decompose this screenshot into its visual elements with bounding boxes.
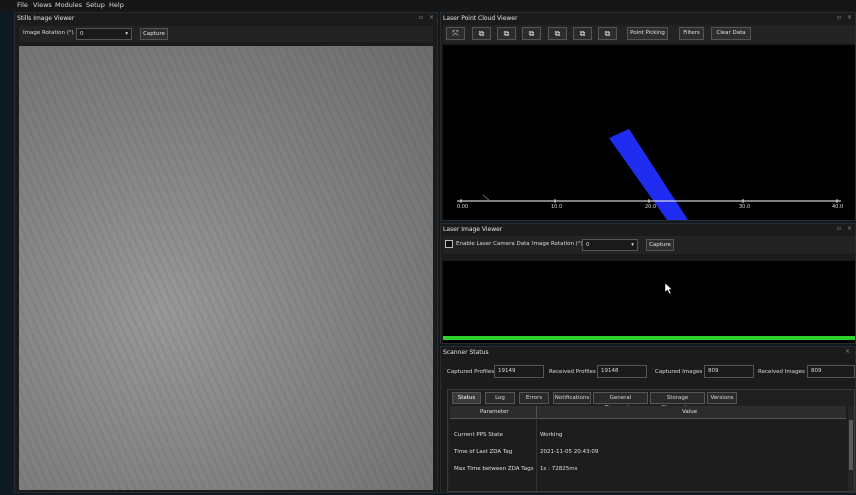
point-cloud-canvas[interactable]: 0.00 10.0 20.0 30.0 40.0 <box>443 45 855 220</box>
enable-laser-label: Enable Laser Camera Data <box>456 241 530 247</box>
stills-image-viewer-panel: Stills Image Viewer ▫ × Image Rotation (… <box>14 12 438 493</box>
laser-rotation-value: 0 <box>586 242 590 248</box>
scanner-status-panel: Scanner Status × Captured Profiles 19149… <box>440 346 856 493</box>
tab-errors[interactable]: Errors <box>519 392 549 404</box>
axis-tick-label: 10.0 <box>551 204 563 210</box>
point-cloud-viewer-panel: Laser Point Cloud Viewer ▫ × ⤧ ⧉ ⧉ ⧉ ⧉ ⧉… <box>440 12 856 221</box>
table-row[interactable]: Max Time between ZDA Tags 1s : 72825ms <box>450 462 846 476</box>
menu-bar: File Views Modules Setup Help <box>0 0 856 11</box>
status-table: Parameter Value Current PPS State Workin… <box>450 406 854 491</box>
tab-general-diagnostics[interactable]: General Diagnostics <box>593 392 648 411</box>
laser-line <box>443 336 855 340</box>
view-right-icon[interactable]: ⧉ <box>548 27 567 40</box>
menu-modules[interactable]: Modules <box>55 1 82 9</box>
stills-rotation-value: 0 <box>80 31 84 37</box>
laser-image-canvas[interactable] <box>443 261 855 343</box>
axis-tick-label: 30.0 <box>739 204 751 210</box>
row-value: 2021-11-05 20:43:09 <box>540 449 599 455</box>
status-tab-bar: Status Log Errors Notifications General … <box>450 392 854 411</box>
stills-capture-button[interactable]: Capture <box>140 28 168 40</box>
row-value: 1s : 72825ms <box>540 466 578 472</box>
image-texture <box>19 46 433 490</box>
captured-profiles-label: Captured Profiles <box>447 369 495 375</box>
tab-status[interactable]: Status <box>452 392 481 404</box>
table-row[interactable]: Current PPS State Working <box>450 428 846 442</box>
clear-data-button[interactable]: Clear Data <box>711 27 751 40</box>
laser-toolbar: Enable Laser Camera Data Image Rotation … <box>443 236 855 254</box>
tab-log[interactable]: Log <box>485 392 515 404</box>
mouse-cursor-icon <box>665 283 673 294</box>
view-left-icon[interactable]: ⧉ <box>522 27 541 40</box>
close-panel-icon[interactable]: × <box>847 15 853 21</box>
captured-images-field: 809 <box>704 365 754 378</box>
cloud-panel-title: Laser Point Cloud Viewer <box>443 15 518 22</box>
filters-button[interactable]: Filters <box>679 27 704 40</box>
stills-toolbar: Image Rotation (°) 0 ▾ Capture <box>19 26 433 42</box>
laser-panel-title: Laser Image Viewer <box>443 226 503 233</box>
tab-versions[interactable]: Versions <box>707 392 737 404</box>
row-parameter: Current PPS State <box>454 432 503 438</box>
stills-panel-title: Stills Image Viewer <box>17 15 75 22</box>
point-picking-button[interactable]: Point Picking <box>627 27 668 40</box>
point-cloud-svg <box>457 129 841 220</box>
tab-notifications[interactable]: Notifications <box>553 392 591 404</box>
float-panel-icon[interactable]: ▫ <box>837 15 843 21</box>
received-images-field: 809 <box>807 365 855 378</box>
column-divider <box>536 406 537 418</box>
table-header-row: Parameter Value <box>450 406 846 419</box>
fit-view-icon[interactable]: ⤧ <box>446 27 465 40</box>
menu-file[interactable]: File <box>17 1 28 9</box>
menu-help[interactable]: Help <box>109 1 124 9</box>
origin-marker <box>482 194 491 202</box>
view-top-icon[interactable]: ⧉ <box>573 27 592 40</box>
laser-rotation-label: Image Rotation (°) <box>532 241 583 247</box>
close-panel-icon[interactable]: × <box>429 15 435 21</box>
status-panel-title: Scanner Status <box>443 349 489 356</box>
float-panel-icon[interactable]: ▫ <box>837 226 843 232</box>
row-parameter: Time of Last ZDA Tag <box>454 449 513 455</box>
tab-storage-diagnostics[interactable]: Storage Diagnostics <box>650 392 705 411</box>
axis-tick-label: 40.0 <box>832 204 844 210</box>
value-column-header[interactable]: Value <box>682 409 697 415</box>
received-profiles-field: 19148 <box>597 365 647 378</box>
menu-views[interactable]: Views <box>33 1 52 9</box>
cloud-toolbar: ⤧ ⧉ ⧉ ⧉ ⧉ ⧉ ⧉ Point Picking Filters Clea… <box>443 25 855 43</box>
row-value: Working <box>540 432 563 438</box>
parameter-column-header[interactable]: Parameter <box>480 409 509 415</box>
chevron-down-icon: ▾ <box>125 31 128 37</box>
menu-setup[interactable]: Setup <box>86 1 105 9</box>
captured-images-label: Captured Images <box>655 369 703 375</box>
laser-image-viewer-panel: Laser Image Viewer ▫ × Enable Laser Came… <box>440 223 856 344</box>
scrollbar-thumb[interactable] <box>849 420 853 470</box>
view-front-icon[interactable]: ⧉ <box>472 27 491 40</box>
view-bottom-icon[interactable]: ⧉ <box>598 27 617 40</box>
captured-profiles-field: 19149 <box>494 365 544 378</box>
laser-capture-button[interactable]: Capture <box>646 239 674 251</box>
enable-laser-checkbox[interactable] <box>445 240 453 248</box>
close-panel-icon[interactable]: × <box>847 226 853 232</box>
table-scrollbar[interactable] <box>848 406 854 491</box>
status-tab-widget: Status Log Errors Notifications General … <box>447 389 855 492</box>
view-back-icon[interactable]: ⧉ <box>497 27 516 40</box>
stills-rotation-label: Image Rotation (°) <box>23 30 74 36</box>
laser-rotation-select[interactable]: 0 ▾ <box>582 239 638 251</box>
stills-rotation-select[interactable]: 0 ▾ <box>76 28 132 40</box>
axis-tick-label: 0.00 <box>457 204 469 210</box>
float-panel-icon[interactable]: ▫ <box>419 15 425 21</box>
close-panel-icon[interactable]: × <box>845 349 851 355</box>
row-parameter: Max Time between ZDA Tags <box>454 466 534 472</box>
received-images-label: Received Images <box>758 369 805 375</box>
table-row[interactable]: Time of Last ZDA Tag 2021-11-05 20:43:09 <box>450 445 846 459</box>
received-profiles-label: Received Profiles <box>549 369 596 375</box>
chevron-down-icon: ▾ <box>631 242 634 248</box>
axis-tick-label: 20.0 <box>645 204 657 210</box>
stills-image <box>19 46 433 490</box>
